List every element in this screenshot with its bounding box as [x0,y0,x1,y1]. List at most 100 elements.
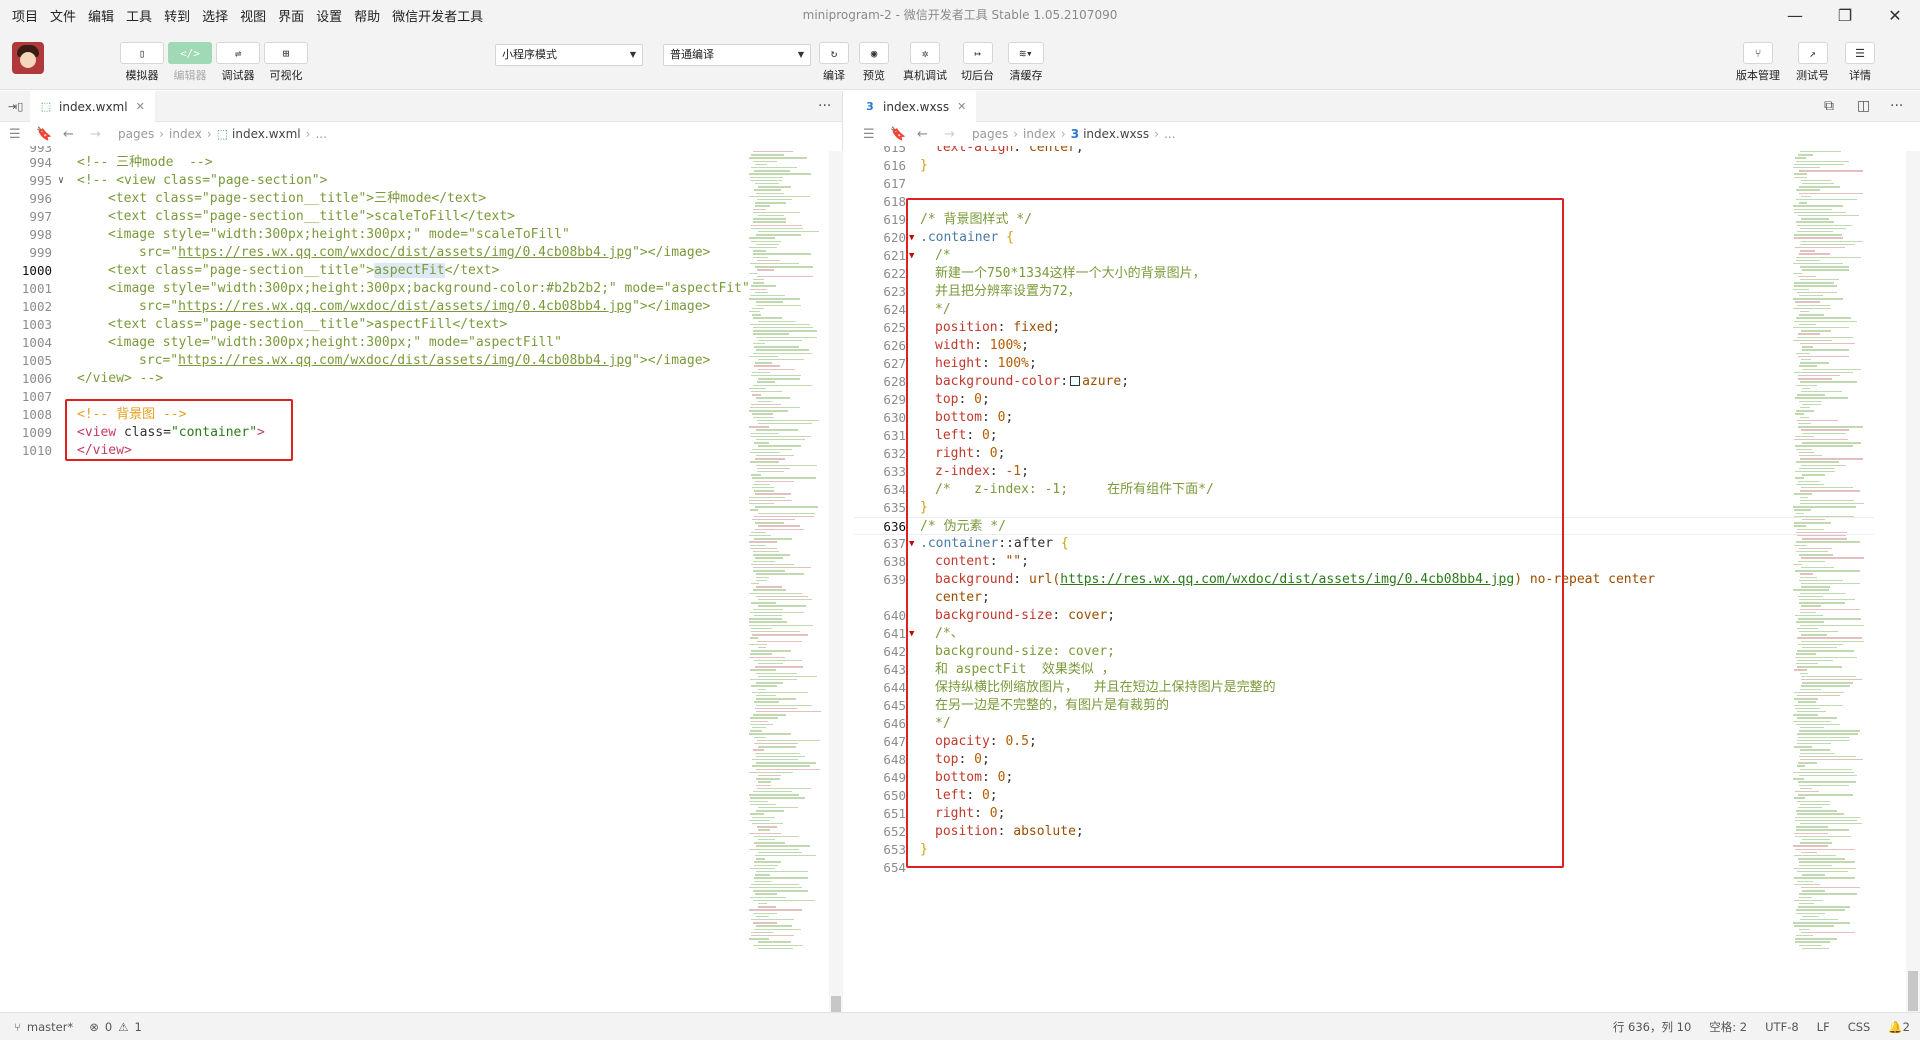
minimap-line [1799,202,1807,204]
back-icon[interactable]: ← [63,127,81,142]
encoding[interactable]: UTF-8 [1765,1020,1799,1034]
version-mgmt-button[interactable]: ⑂ 版本管理 [1736,42,1780,83]
right-scrollbar[interactable] [1906,151,1920,1012]
phone-icon: ▯ [120,42,164,64]
tab-index-wxml[interactable]: ⬚ index.wxml ✕ [30,91,155,122]
minimap-line [751,563,794,566]
minimap-line [755,557,783,559]
minimap-line [1795,247,1845,249]
remote-debug-button[interactable]: ✲ 真机调试 [903,42,947,83]
list-icon[interactable]: ☰ [9,127,27,142]
crumb-more[interactable]: ... [1164,127,1175,141]
split-icon[interactable]: ⇥▯ [8,91,23,122]
menu-tools[interactable]: 工具 [120,6,158,25]
minimap-line [1796,352,1810,354]
minimap-line [1794,211,1846,214]
left-minimap[interactable] [745,151,823,972]
minimap-line [1796,810,1837,812]
menu-project[interactable]: 项目 [6,6,44,25]
minimap-line [1798,333,1820,335]
restore-icon[interactable]: ❐ [1820,0,1870,30]
line-ending[interactable]: LF [1817,1020,1830,1034]
details-button[interactable]: ☰ 详情 [1845,42,1875,83]
left-scrollbar[interactable] [829,151,843,1032]
back-icon[interactable]: ← [917,127,935,142]
branch-name[interactable]: master* [27,1020,73,1034]
minimap-line [1801,179,1831,182]
minimap-line [753,279,764,281]
close-icon[interactable]: ✕ [957,100,966,113]
bell-icon[interactable]: 🔔2 [1888,1020,1910,1034]
minimap-line [1794,832,1828,834]
minimap-line [1800,803,1830,806]
crumb-file[interactable]: index.wxss [1083,127,1149,141]
forward-icon[interactable]: → [944,127,962,142]
close-icon[interactable]: ✕ [136,100,145,113]
avatar[interactable] [12,42,44,74]
indent-setting[interactable]: 空格: 2 [1709,1019,1747,1035]
menu-edit[interactable]: 编辑 [82,6,120,25]
crumb-index[interactable]: index [1023,127,1056,141]
right-minimap[interactable] [1789,151,1867,972]
minimize-icon[interactable]: — [1770,0,1820,30]
crumb-index[interactable]: index [169,127,202,141]
simulator-button[interactable]: ▯ 模拟器 [120,42,164,83]
menu-goto[interactable]: 转到 [158,6,196,25]
minimap-line [1795,835,1851,838]
minimap-line [1800,672,1808,674]
menu-settings[interactable]: 设置 [310,6,348,25]
minimap-line [756,845,810,847]
minimap-line [758,445,801,447]
crumb-file[interactable]: index.wxml [232,127,301,141]
minimap-line [1797,765,1805,767]
minimap-line [755,893,777,895]
status-left: ⑂ master* ⊗ 0 ⚠ 1 [14,1013,142,1040]
menu-select[interactable]: 选择 [196,6,234,25]
clear-cache-button[interactable]: ≋▾ 清缓存 [1008,42,1044,83]
preview-button[interactable]: ◉ 预览 [859,42,889,83]
mode-select[interactable]: 小程序模式 ▼ [495,44,643,66]
minimap-line [750,288,767,290]
crumb-pages[interactable]: pages [118,127,154,141]
split-editor-icon[interactable]: ◫ [1857,91,1870,122]
background-button[interactable]: ↦ 切后台 [961,42,994,83]
left-code-area[interactable]: 993 994 <!-- 三种mode --> 995 ∨ <!-- <view cl… [0,146,842,1012]
minimap-line [749,938,769,940]
menu-file[interactable]: 文件 [44,6,82,25]
minimap-line [756,455,794,457]
bookmark-icon[interactable]: 🔖 [36,127,54,142]
right-code-area[interactable]: 615 text-align: center; 616} 617 618 619/… [854,146,1920,1012]
minimap-line [750,544,766,546]
debugger-button[interactable]: ⇌ 调试器 [216,42,260,83]
menu-help[interactable]: 帮助 [348,6,386,25]
minimap-line [754,743,798,745]
crumb-more[interactable]: ... [315,127,326,141]
minimap-line [757,199,792,201]
compile-select[interactable]: 普通编译 ▼ [663,44,811,66]
list-icon[interactable]: ☰ [863,127,881,142]
error-count[interactable]: 0 [105,1020,112,1034]
crumb-pages[interactable]: pages [972,127,1008,141]
compile-button[interactable]: ↻ 编译 [819,42,849,83]
visualize-button[interactable]: ⊞ 可视化 [264,42,308,83]
language-mode[interactable]: CSS [1848,1020,1871,1034]
color-swatch[interactable] [1070,376,1081,386]
bookmark-icon[interactable]: 🔖 [890,127,908,142]
close-icon[interactable]: ✕ [1870,0,1920,30]
compare-icon[interactable]: ⧉ [1824,91,1834,122]
tab-index-wxss[interactable]: 3 index.wxss ✕ [854,91,977,122]
scroll-thumb[interactable] [1908,971,1918,1011]
more-icon[interactable]: ··· [818,91,831,122]
editor-button[interactable]: </> 编辑器 [168,42,212,83]
minimap-line [757,826,777,828]
forward-icon[interactable]: → [90,127,108,142]
minimap-line [1797,637,1862,639]
more-icon[interactable]: ··· [1890,91,1903,122]
minimap-line [749,272,758,274]
cursor-position[interactable]: 行 636，列 10 [1613,1019,1691,1035]
menu-interface[interactable]: 界面 [272,6,310,25]
menu-devtools[interactable]: 微信开发者工具 [386,6,489,25]
warning-count[interactable]: 1 [135,1020,142,1034]
test-account-button[interactable]: ↗ 测试号 [1796,42,1829,83]
menu-view[interactable]: 视图 [234,6,272,25]
